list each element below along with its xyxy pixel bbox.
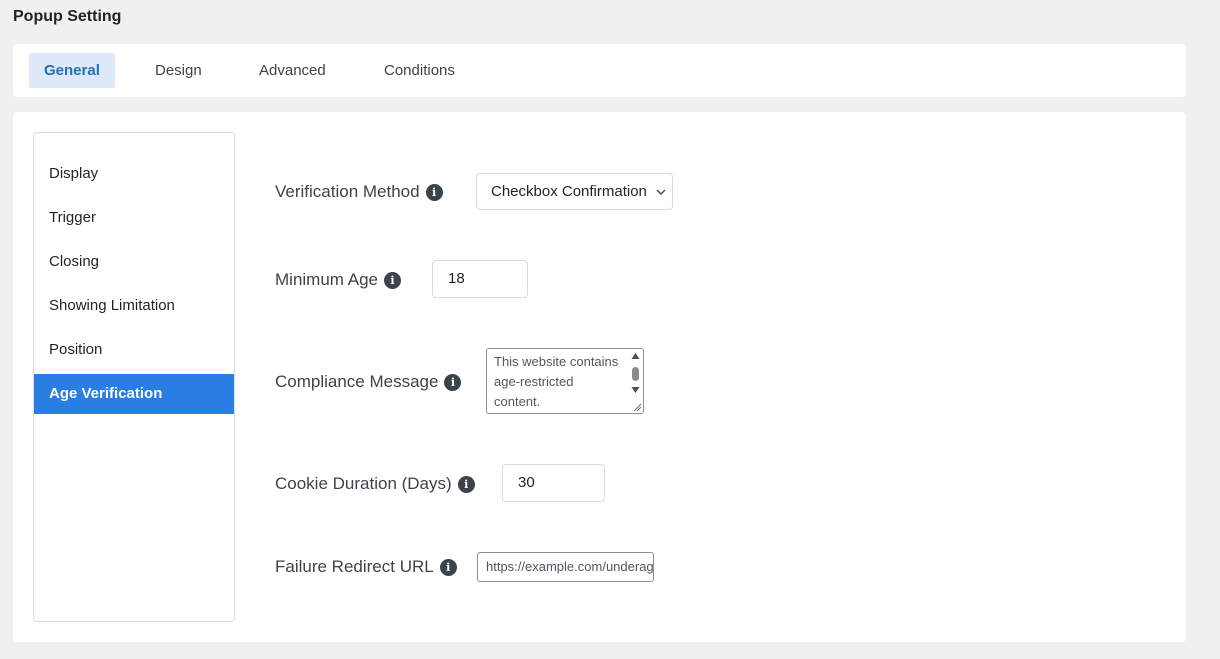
minimum-age-label-text: Minimum Age xyxy=(275,270,378,289)
cookie-duration-label: Cookie Duration (Days) i xyxy=(275,472,475,496)
chevron-down-icon xyxy=(656,174,666,209)
failure-redirect-label-text: Failure Redirect URL xyxy=(275,557,434,576)
compliance-message-label: Compliance Message i xyxy=(275,370,462,394)
compliance-message-textarea[interactable]: This website contains age-restricted con… xyxy=(486,348,644,414)
failure-redirect-label: Failure Redirect URL i xyxy=(275,555,457,579)
sidebar-item-position[interactable]: Position xyxy=(34,330,234,370)
tab-conditions[interactable]: Conditions xyxy=(369,53,470,88)
cookie-duration-label-text: Cookie Duration (Days) xyxy=(275,474,452,493)
verification-method-label-text: Verification Method xyxy=(275,182,420,201)
tabs-bar: General Design Advanced Conditions xyxy=(13,44,1186,97)
info-icon[interactable]: i xyxy=(444,373,462,391)
tab-design[interactable]: Design xyxy=(140,53,217,88)
sidebar-item-display[interactable]: Display xyxy=(34,154,234,194)
info-icon[interactable]: i xyxy=(439,558,457,576)
info-icon[interactable]: i xyxy=(425,183,443,201)
textarea-scrollbar[interactable] xyxy=(628,349,643,413)
minimum-age-label: Minimum Age i xyxy=(275,268,401,292)
compliance-message-value: This website contains age-restricted con… xyxy=(494,354,619,409)
page-title: Popup Setting xyxy=(13,8,122,25)
settings-panel: Display Trigger Closing Showing Limitati… xyxy=(13,112,1186,642)
info-icon[interactable]: i xyxy=(457,475,475,493)
settings-sidebar: Display Trigger Closing Showing Limitati… xyxy=(33,132,235,622)
minimum-age-input[interactable]: 18 xyxy=(432,260,528,298)
verification-method-value: Checkbox Confirmation xyxy=(491,183,647,200)
cookie-duration-input[interactable]: 30 xyxy=(502,464,605,502)
verification-method-label: Verification Method i xyxy=(275,180,443,204)
verification-method-select[interactable]: Checkbox Confirmation xyxy=(476,173,673,210)
compliance-message-label-text: Compliance Message xyxy=(275,372,439,391)
failure-redirect-input[interactable]: https://example.com/underage xyxy=(477,552,654,582)
sidebar-item-closing[interactable]: Closing xyxy=(34,242,234,282)
info-icon[interactable]: i xyxy=(383,271,401,289)
tab-advanced[interactable]: Advanced xyxy=(244,53,341,88)
sidebar-item-showing-limitation[interactable]: Showing Limitation xyxy=(34,286,234,326)
tab-general[interactable]: General xyxy=(29,53,115,88)
sidebar-item-trigger[interactable]: Trigger xyxy=(34,198,234,238)
sidebar-item-age-verification[interactable]: Age Verification xyxy=(34,374,234,414)
